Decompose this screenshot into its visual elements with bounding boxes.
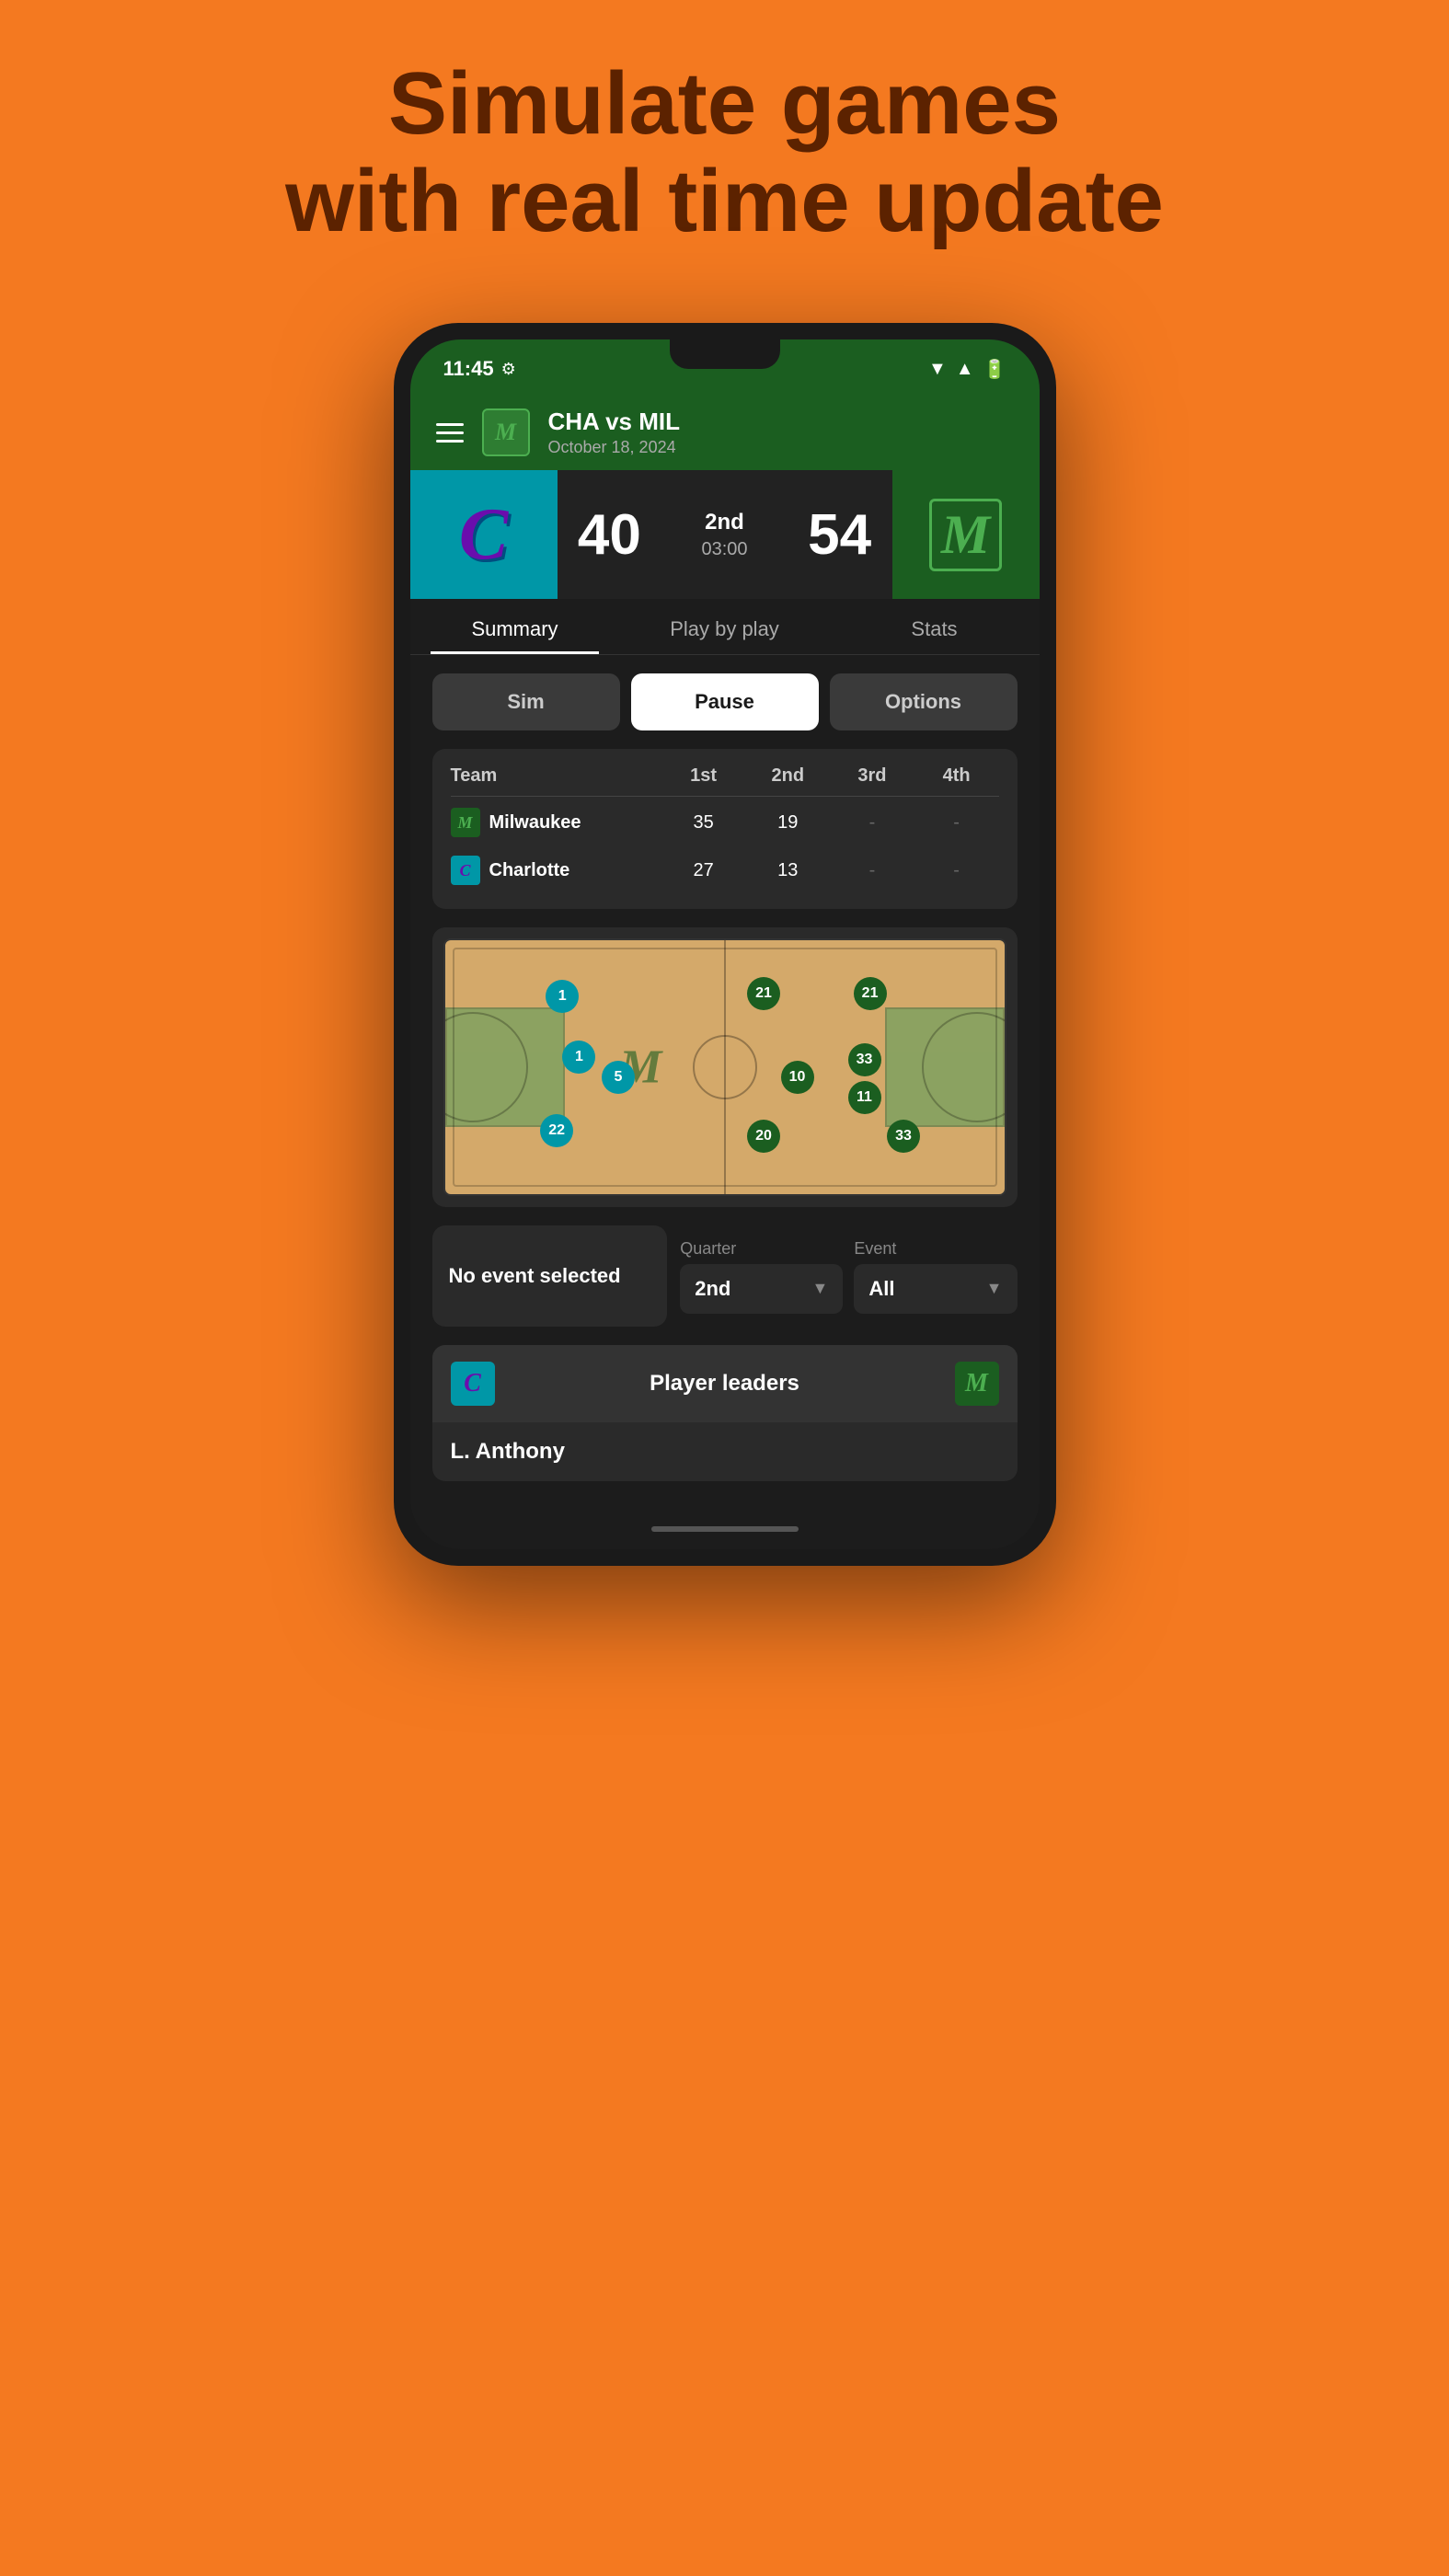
quarter-dropdown-arrow: ▼	[812, 1279, 829, 1298]
player-leaders-section: C Player leaders M L. Anthony	[432, 1345, 1018, 1481]
player-dot: 1	[562, 1041, 595, 1074]
player-name: L. Anthony	[432, 1422, 1018, 1481]
player-dot: 21	[747, 977, 780, 1010]
player-dot: 1	[546, 980, 579, 1013]
col-2nd-label: 2nd	[745, 765, 830, 787]
pause-button[interactable]: Pause	[631, 673, 819, 730]
event-label: Event	[854, 1239, 1017, 1259]
cha-q1: 27	[661, 860, 746, 881]
col-3rd-label: 3rd	[830, 765, 914, 787]
quarter-value: 2nd	[695, 1277, 730, 1301]
mil-q1: 35	[661, 812, 746, 834]
quarter-filter: Quarter 2nd ▼	[680, 1239, 843, 1314]
match-title: CHA vs MIL	[548, 408, 681, 436]
mil-q3: -	[830, 812, 914, 834]
battery-icon: 🔋	[983, 358, 1006, 381]
player-dot: 21	[854, 977, 887, 1010]
tabs-bar: Summary Play by play Stats	[410, 599, 1040, 655]
button-row: Sim Pause Options	[432, 673, 1018, 730]
tab-summary[interactable]: Summary	[410, 599, 620, 654]
phone-wrapper: 11:45 ⚙ ▼ ▲ 🔋 M	[394, 323, 1056, 1566]
filter-controls: Quarter 2nd ▼ Event All	[680, 1225, 1017, 1327]
no-event-box: No event selected	[432, 1225, 668, 1327]
page-title: Simulate games with real time update	[285, 55, 1164, 249]
milwaukee-icon: M	[451, 808, 480, 837]
team-right: M	[892, 470, 1040, 599]
options-button[interactable]: Options	[830, 673, 1018, 730]
app-header: M CHA vs MIL October 18, 2024	[410, 395, 1040, 470]
cha-q4: -	[914, 860, 999, 881]
milwaukee-logo: M	[929, 499, 1002, 571]
match-info: CHA vs MIL October 18, 2024	[548, 408, 681, 457]
quarter-dropdown[interactable]: 2nd ▼	[680, 1264, 843, 1314]
col-4th-label: 4th	[914, 765, 999, 787]
score-table-header: Team 1st 2nd 3rd 4th	[451, 765, 999, 797]
leaders-header: C Player leaders M	[432, 1345, 1018, 1422]
mil-q4: -	[914, 812, 999, 834]
cha-q3: -	[830, 860, 914, 881]
table-row: C Charlotte 27 13 - -	[451, 848, 999, 892]
tab-play-by-play[interactable]: Play by play	[620, 599, 830, 654]
quarter-label: Quarter	[680, 1239, 843, 1259]
hamburger-menu[interactable]	[436, 423, 464, 443]
event-dropdown-arrow: ▼	[986, 1279, 1003, 1298]
milwaukee-name: Milwaukee	[489, 812, 581, 834]
score-quarter: 2nd	[661, 510, 788, 535]
title-line1: Simulate games	[285, 55, 1164, 153]
title-line2: with real time update	[285, 153, 1164, 250]
content-area: Sim Pause Options Team 1st 2nd 3rd 4th	[410, 655, 1040, 1509]
leaders-title: Player leaders	[495, 1371, 955, 1397]
header-team-logo: M	[482, 408, 530, 456]
score-time: 03:00	[661, 539, 788, 560]
wifi-icon: ▼	[928, 359, 947, 380]
score-section: C 40 2nd 03:00 54 M	[410, 470, 1040, 599]
event-value: All	[868, 1277, 894, 1301]
tab-stats[interactable]: Stats	[830, 599, 1040, 654]
charlotte-icon: C	[451, 856, 480, 885]
cha-q2: 13	[745, 860, 830, 881]
gear-icon: ⚙	[501, 360, 516, 379]
player-dot: 11	[848, 1081, 881, 1114]
score-center: 40 2nd 03:00 54	[558, 470, 892, 599]
player-dot: 5	[602, 1061, 635, 1094]
sim-button[interactable]: Sim	[432, 673, 620, 730]
status-time: 11:45	[443, 357, 494, 381]
court: M 1 1 5 22 21 21 10 33 11 20	[443, 938, 1006, 1196]
leaders-milwaukee-logo: M	[955, 1362, 999, 1406]
player-dot: 20	[747, 1120, 780, 1153]
player-dot: 22	[540, 1114, 573, 1147]
event-filter: Event All ▼	[854, 1239, 1017, 1314]
score-table: Team 1st 2nd 3rd 4th M Milwaukee	[432, 749, 1018, 909]
signal-icon: ▲	[956, 359, 974, 380]
event-filter-section: No event selected Quarter 2nd ▼	[432, 1225, 1018, 1327]
home-indicator	[410, 1509, 1040, 1549]
player-dot: 33	[848, 1043, 881, 1076]
player-dot: 10	[781, 1061, 814, 1094]
charlotte-logo: C	[459, 493, 508, 577]
event-dropdown[interactable]: All ▼	[854, 1264, 1017, 1314]
leaders-charlotte-logo: C	[451, 1362, 495, 1406]
charlotte-name: Charlotte	[489, 860, 570, 881]
home-bar	[651, 1526, 799, 1532]
mil-q2: 19	[745, 812, 830, 834]
table-row: M Milwaukee 35 19 - -	[451, 797, 999, 848]
match-date: October 18, 2024	[548, 438, 681, 457]
no-event-text: No event selected	[449, 1262, 621, 1290]
left-score: 40	[558, 502, 662, 568]
player-dot: 33	[887, 1120, 920, 1153]
court-container: M 1 1 5 22 21 21 10 33 11 20	[432, 927, 1018, 1207]
col-1st-label: 1st	[661, 765, 746, 787]
score-middle: 2nd 03:00	[661, 510, 788, 560]
right-score: 54	[788, 502, 892, 568]
team-left: C	[410, 470, 558, 599]
col-team-label: Team	[451, 765, 661, 787]
phone-screen: 11:45 ⚙ ▼ ▲ 🔋 M	[410, 339, 1040, 1549]
phone-frame: 11:45 ⚙ ▼ ▲ 🔋 M	[394, 323, 1056, 1566]
